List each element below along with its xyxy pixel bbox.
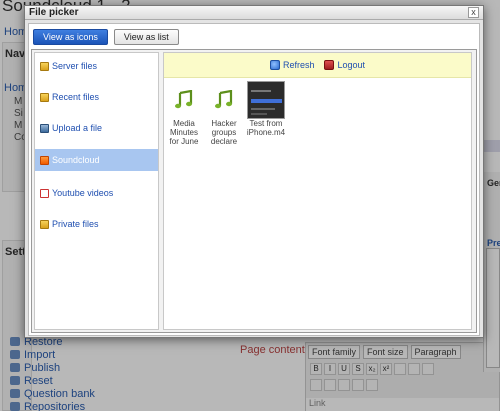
- file-name: Media Minutes for June: [169, 119, 199, 146]
- view-as-list-button[interactable]: View as list: [113, 29, 179, 45]
- thumbnail-image: [247, 81, 285, 119]
- folder-icon: [40, 92, 49, 102]
- view-toggle: View as icons View as list: [33, 29, 179, 45]
- file-name: Test from iPhone.m4: [246, 119, 286, 137]
- logout-button[interactable]: Logout: [324, 60, 365, 70]
- file-picker-dialog: File picker x View as icons View as list…: [24, 5, 484, 338]
- content-toolbar: Refresh Logout: [164, 53, 471, 78]
- file-name: Hacker groups declare: [210, 119, 238, 146]
- repo-recent-files[interactable]: Recent files: [35, 86, 158, 108]
- youtube-icon: [40, 188, 49, 198]
- picker-frame: Server files Recent files Upload a file …: [31, 49, 477, 333]
- repository-list: Server files Recent files Upload a file …: [34, 52, 159, 330]
- refresh-label: Refresh: [282, 60, 315, 70]
- folder-icon: [40, 61, 49, 71]
- file-item[interactable]: Test from iPhone.m4: [246, 81, 286, 147]
- folder-icon: [40, 219, 49, 229]
- refresh-icon: [269, 60, 280, 70]
- file-item[interactable]: Hacker groups declare: [206, 81, 242, 147]
- logout-label: Logout: [337, 60, 366, 70]
- dialog-header[interactable]: File picker x: [25, 6, 483, 20]
- repo-youtube-videos[interactable]: Youtube videos: [35, 182, 158, 204]
- upload-icon: [40, 123, 49, 133]
- repo-server-files[interactable]: Server files: [35, 55, 158, 77]
- music-note-icon: [206, 81, 242, 119]
- repo-soundcloud[interactable]: Soundcloud: [35, 149, 158, 171]
- repo-upload-a-file[interactable]: Upload a file: [35, 117, 158, 139]
- music-note-icon: [166, 81, 202, 119]
- dialog-title: File picker: [29, 7, 79, 18]
- soundcloud-icon: [40, 155, 49, 165]
- file-item[interactable]: Media Minutes for June: [166, 81, 202, 147]
- refresh-button[interactable]: Refresh: [269, 60, 315, 70]
- file-grid: Media Minutes for June Hacker groups dec…: [166, 81, 286, 147]
- view-as-icons-button[interactable]: View as icons: [33, 29, 108, 45]
- dialog-body: View as icons View as list Server files …: [28, 23, 480, 336]
- file-content-area: Refresh Logout Media Minutes for June Ha…: [163, 52, 472, 330]
- logout-icon: [324, 60, 335, 70]
- close-button[interactable]: x: [468, 7, 479, 18]
- repo-private-files[interactable]: Private files: [35, 213, 158, 235]
- video-thumbnail: [246, 81, 286, 119]
